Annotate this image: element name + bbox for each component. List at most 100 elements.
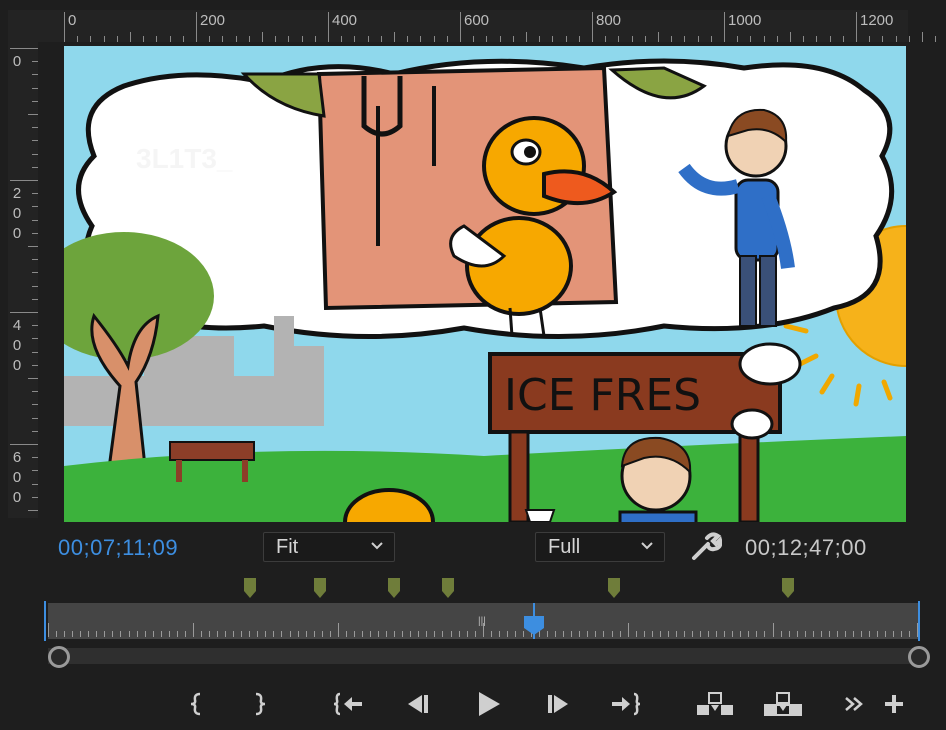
wrench-icon[interactable]: [690, 532, 722, 562]
timeline-tick: [675, 631, 677, 637]
ruler-tick: [328, 12, 329, 42]
ruler-tick: [32, 364, 38, 366]
step-forward-button[interactable]: [540, 690, 576, 718]
timeline-tick: [700, 631, 702, 637]
timeline-tick: [305, 631, 307, 637]
timeline-tick: [643, 631, 645, 637]
timeline-marker[interactable]: [442, 578, 454, 598]
timeline-tick: [361, 631, 363, 637]
mark-in-button[interactable]: [178, 690, 214, 718]
ruler-tick: [671, 36, 673, 42]
program-monitor-frame[interactable]: 3L1T3_ ICE FRES: [64, 46, 906, 522]
ruler-tick: [248, 36, 250, 42]
timeline-tick: [410, 631, 412, 637]
out-point-line[interactable]: [918, 601, 920, 641]
timeline-tick: [466, 631, 468, 637]
timeline-tick: [587, 631, 589, 637]
ruler-tick: [710, 36, 712, 42]
ruler-tick: [763, 36, 765, 42]
timeline-tick: [869, 631, 871, 637]
playback-resolution-value: Full: [548, 536, 581, 558]
timeline-tick: [506, 631, 508, 637]
ruler-tick: [922, 32, 923, 42]
timeline-marker[interactable]: [782, 578, 794, 598]
play-icon: [479, 692, 500, 716]
timeline-tick: [72, 631, 74, 637]
ruler-label: 400: [332, 12, 358, 29]
ruler-tick: [32, 470, 38, 472]
ruler-tick: [394, 32, 395, 42]
ruler-tick: [32, 140, 38, 142]
mark-out-button[interactable]: [242, 690, 278, 718]
timeline-marker[interactable]: [608, 578, 620, 598]
ruler-tick: [314, 36, 316, 42]
zoom-level-select[interactable]: Fit: [263, 532, 395, 562]
timeline-tick: [104, 631, 106, 637]
ruler-tick: [816, 36, 818, 42]
more-button[interactable]: [836, 690, 872, 718]
timeline-tick: [402, 631, 404, 637]
ruler-tick: [32, 417, 38, 419]
timeline-marker[interactable]: [388, 578, 400, 598]
ruler-label: 0: [68, 12, 77, 29]
ruler-tick: [116, 36, 118, 42]
step-back-button[interactable]: [400, 690, 436, 718]
timeline-tick: [378, 631, 380, 637]
timeline-tick: [595, 631, 597, 637]
ruler-tick: [32, 127, 38, 129]
timeline-tick: [514, 631, 516, 637]
ruler-tick: [512, 36, 514, 42]
overwrite-button[interactable]: [762, 690, 804, 718]
zoom-handle-left[interactable]: [48, 646, 70, 668]
horizontal-ruler[interactable]: 0 200 400 600 800 1000 1200: [38, 10, 937, 42]
timeline-tick: [152, 631, 154, 637]
timeline-tick: [329, 631, 331, 637]
timeline-marker[interactable]: [244, 578, 256, 598]
ruler-tick: [10, 180, 38, 181]
ruler-tick: [631, 36, 633, 42]
add-button[interactable]: [876, 690, 912, 718]
ruler-tick: [869, 36, 871, 42]
ruler-tick: [32, 206, 38, 208]
timeline-tick: [209, 631, 210, 637]
duration-timecode: 00;12;47;00: [745, 535, 867, 560]
zoom-scrollbar[interactable]: [48, 648, 918, 664]
ruler-tick: [32, 325, 38, 327]
timeline-tick: [458, 631, 460, 637]
current-timecode[interactable]: 00;07;11;09: [58, 535, 178, 561]
ruler-tick: [32, 483, 38, 485]
go-to-in-button[interactable]: [330, 690, 366, 718]
ruler-tick: [829, 36, 831, 42]
go-to-out-button[interactable]: [608, 690, 644, 718]
timeline-tick: [853, 631, 854, 637]
timeline-track[interactable]: |||: [48, 603, 919, 639]
playback-resolution-select[interactable]: Full: [535, 532, 665, 562]
timeline-tick: [176, 631, 178, 637]
timeline-tick: [394, 631, 396, 637]
ruler-tick: [32, 100, 38, 102]
timeline-tick: [692, 631, 693, 637]
ruler-tick: [222, 36, 224, 42]
timeline-tick: [571, 631, 573, 637]
ruler-tick: [644, 36, 646, 42]
insert-button[interactable]: [694, 690, 736, 718]
work-area-handle[interactable]: |||: [478, 616, 486, 627]
ruler-tick: [499, 36, 501, 42]
ruler-tick: [803, 36, 805, 42]
timeline-marker[interactable]: [314, 578, 326, 598]
zoom-handle-right[interactable]: [908, 646, 930, 668]
ruler-tick: [156, 36, 158, 42]
ruler-tick: [103, 36, 105, 42]
ruler-tick: [32, 87, 38, 89]
in-point-line[interactable]: [44, 601, 46, 641]
play-button[interactable]: [470, 690, 506, 718]
timeline-tick: [909, 631, 911, 637]
ruler-tick: [697, 36, 699, 42]
ruler-tick: [565, 36, 567, 42]
timeline-tick: [160, 631, 162, 637]
timeline-tick: [426, 631, 428, 637]
timeline-tick: [88, 631, 90, 637]
ruler-tick: [446, 36, 448, 42]
ruler-tick: [776, 36, 778, 42]
vertical-ruler[interactable]: 0 200 400 600: [8, 42, 38, 518]
